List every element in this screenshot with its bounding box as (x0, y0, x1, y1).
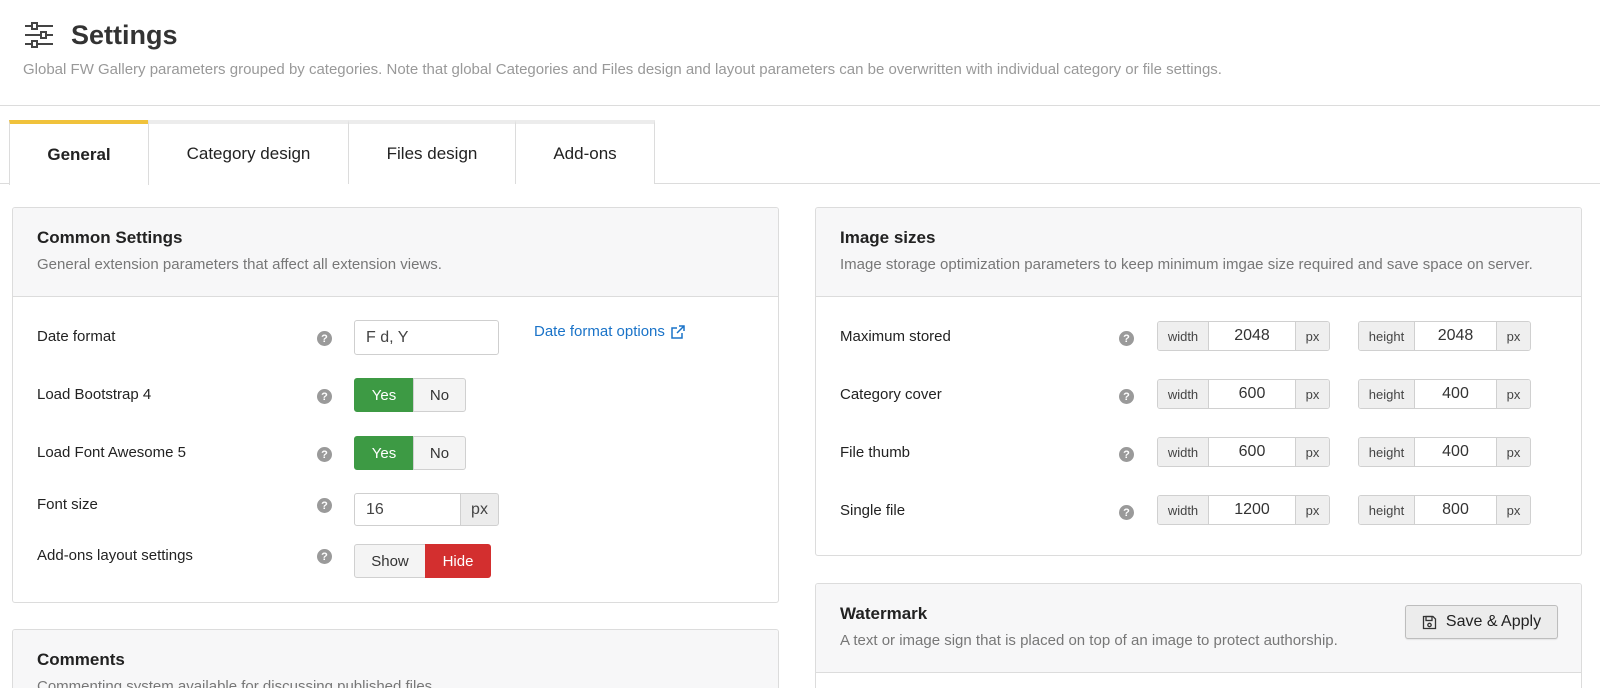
panel-title: Common Settings (37, 228, 183, 247)
category-cover-width-group: width 600 px (1157, 379, 1330, 409)
panel-title: Image sizes (840, 228, 936, 247)
panel-header: Image sizes Image storage optimization p… (816, 208, 1581, 297)
panel-subtitle: Commenting system available for discussi… (37, 678, 437, 688)
fontawesome-label: Load Font Awesome 5 (37, 444, 186, 461)
panel-subtitle: A text or image sign that is placed on t… (840, 632, 1338, 649)
common-settings-panel: Common Settings General extension parame… (12, 207, 779, 603)
width-addon: width (1158, 322, 1209, 350)
tab-files-design[interactable]: Files design (348, 120, 516, 184)
px-addon: px (1296, 438, 1329, 466)
px-addon: px (1497, 438, 1530, 466)
px-addon: px (1497, 496, 1530, 524)
tab-category-design[interactable]: Category design (148, 120, 349, 184)
page-title: Settings (71, 20, 178, 50)
file-thumb-height-group: height 400 px (1358, 437, 1531, 467)
help-icon[interactable]: ? (317, 498, 332, 513)
bootstrap-no-button[interactable]: No (413, 378, 466, 412)
single-file-width-group: width 1200 px (1157, 495, 1330, 525)
maximum-stored-label: Maximum stored (840, 328, 951, 345)
addons-show-button[interactable]: Show (354, 544, 426, 578)
addons-hide-button[interactable]: Hide (425, 544, 491, 578)
single-file-width-input[interactable]: 1200 (1209, 496, 1296, 524)
help-icon[interactable]: ? (1119, 447, 1134, 462)
height-addon: height (1359, 438, 1415, 466)
px-addon: px (1497, 322, 1530, 350)
date-format-label: Date format (37, 328, 116, 345)
external-link-icon (671, 324, 685, 339)
panel-title: Comments (37, 650, 125, 669)
comments-panel: Comments Commenting system available for… (12, 629, 779, 688)
width-addon: width (1158, 496, 1209, 524)
height-addon: height (1359, 322, 1415, 350)
page-description: Global FW Gallery parameters grouped by … (23, 61, 1222, 78)
date-format-input[interactable]: F d, Y (354, 320, 499, 355)
maximum-stored-height-group: height 2048 px (1358, 321, 1531, 351)
width-addon: width (1158, 380, 1209, 408)
px-addon: px (1296, 496, 1329, 524)
maximum-stored-height-input[interactable]: 2048 (1415, 322, 1497, 350)
bootstrap-label: Load Bootstrap 4 (37, 386, 152, 403)
height-addon: height (1359, 496, 1415, 524)
maximum-stored-width-group: width 2048 px (1157, 321, 1330, 351)
panel-header: Common Settings General extension parame… (13, 208, 778, 297)
help-icon[interactable]: ? (317, 447, 332, 462)
help-icon[interactable]: ? (1119, 505, 1134, 520)
category-cover-width-input[interactable]: 600 (1209, 380, 1296, 408)
fontawesome-no-button[interactable]: No (413, 436, 466, 470)
file-thumb-height-input[interactable]: 400 (1415, 438, 1497, 466)
save-apply-label: Save & Apply (1445, 613, 1542, 630)
px-addon: px (1497, 380, 1530, 408)
help-icon[interactable]: ? (1119, 331, 1134, 346)
file-thumb-width-input[interactable]: 600 (1209, 438, 1296, 466)
panel-subtitle: General extension parameters that affect… (37, 256, 442, 273)
tab-general[interactable]: General (9, 120, 149, 185)
category-cover-label: Category cover (840, 386, 942, 403)
tab-bar: General Category design Files design Add… (0, 106, 1600, 185)
addons-layout-label: Add-ons layout settings (37, 547, 193, 564)
floppy-disk-icon (1422, 615, 1437, 629)
help-icon[interactable]: ? (1119, 389, 1134, 404)
file-thumb-width-group: width 600 px (1157, 437, 1330, 467)
help-icon[interactable]: ? (317, 549, 332, 564)
font-size-input[interactable]: 16 (354, 493, 461, 526)
help-icon[interactable]: ? (317, 331, 332, 346)
panel-title: Watermark (840, 604, 928, 623)
save-apply-button[interactable]: Save & Apply (1405, 605, 1558, 639)
tab-add-ons[interactable]: Add-ons (515, 120, 655, 184)
single-file-label: Single file (840, 502, 906, 519)
page-header: Settings Global FW Gallery parameters gr… (0, 0, 1600, 106)
font-size-label: Font size (37, 496, 98, 513)
category-cover-height-input[interactable]: 400 (1415, 380, 1497, 408)
file-thumb-label: File thumb (840, 444, 911, 461)
maximum-stored-width-input[interactable]: 2048 (1209, 322, 1296, 350)
panel-subtitle: Image storage optimization parameters to… (840, 256, 1533, 273)
single-file-height-input[interactable]: 800 (1415, 496, 1497, 524)
fontawesome-yes-button[interactable]: Yes (354, 436, 414, 470)
date-format-options-link[interactable]: Date format options (534, 323, 686, 340)
panel-header: Comments Commenting system available for… (13, 630, 778, 688)
sliders-icon (25, 22, 53, 48)
px-addon: px (1296, 380, 1329, 408)
link-text: Date format options (534, 323, 665, 340)
image-sizes-panel: Image sizes Image storage optimization p… (815, 207, 1582, 556)
bootstrap-yes-button[interactable]: Yes (354, 378, 414, 412)
width-addon: width (1158, 438, 1209, 466)
single-file-height-group: height 800 px (1358, 495, 1531, 525)
height-addon: height (1359, 380, 1415, 408)
help-icon[interactable]: ? (317, 389, 332, 404)
category-cover-height-group: height 400 px (1358, 379, 1531, 409)
px-addon: px (1296, 322, 1329, 350)
font-size-unit: px (460, 493, 499, 526)
